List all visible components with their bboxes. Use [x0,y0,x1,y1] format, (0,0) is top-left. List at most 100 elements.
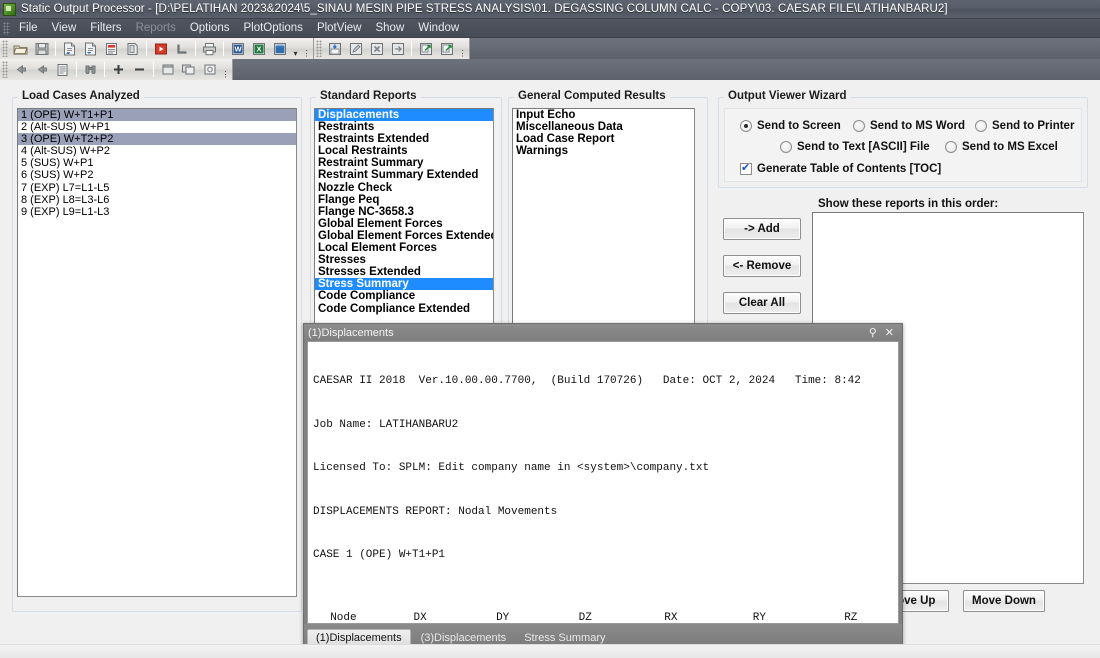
displacements-child-window[interactable]: (1)Displacements ⚲ ✕ CAESAR II 2018 Ver.… [303,323,903,648]
import-document-icon[interactable] [60,40,79,58]
list-item[interactable]: 8 (EXP) L8=L3-L6 [18,194,296,206]
list-item[interactable]: Code Compliance Extended [315,303,493,315]
list-item[interactable]: Flange Peq [315,194,493,206]
radio-send-to-screen[interactable]: Send to Screen [740,120,841,132]
move-down-button[interactable]: Move Down [963,590,1045,612]
list-item[interactable]: Local Restraints [315,145,493,157]
ms-excel-icon[interactable]: X [249,40,268,58]
list-item[interactable]: Global Element Forces [315,218,493,230]
clear-all-button[interactable]: Clear All [723,292,801,314]
toolbar-separator [55,41,56,56]
toolbar-grip-icon[interactable] [316,40,322,57]
list-item[interactable]: Global Element Forces Extended [315,230,493,242]
list-item[interactable]: Restraints [315,121,493,133]
window-tile-icon[interactable] [179,61,198,79]
page-stack-icon[interactable] [123,40,142,58]
radio-label-ms-word: Send to MS Word [870,120,965,132]
list-item[interactable]: Stresses [315,254,493,266]
menu-item-plotoptions[interactable]: PlotOptions [236,20,309,36]
list-item[interactable]: Input Echo [513,109,694,121]
radio-indicator-ms-excel[interactable] [945,141,957,153]
child-window-title-bar[interactable]: (1)Displacements ⚲ ✕ [304,324,902,341]
menu-grip-icon[interactable] [3,21,10,35]
checkbox-indicator-toc[interactable] [740,162,752,175]
list-item[interactable]: Displacements [315,109,493,122]
menu-item-view[interactable]: View [45,20,84,36]
zoom-in-plus-icon[interactable] [109,61,128,79]
radio-indicator-screen[interactable] [740,120,752,132]
toolbar-grip-icon[interactable] [2,61,8,78]
save-icon[interactable] [32,40,51,58]
list-item[interactable]: Local Element Forces [315,242,493,254]
list-item[interactable]: 6 (SUS) W+P2 [18,169,296,181]
window-single-icon[interactable] [158,61,177,79]
menu-item-options[interactable]: Options [183,20,237,36]
list-item[interactable]: Code Compliance [315,290,493,302]
window-preview-icon[interactable] [200,61,219,79]
list-item[interactable]: Warnings [513,145,694,157]
toolbar-separator [146,41,147,56]
checkbox-generate-toc[interactable]: Generate Table of Contents [TOC] [740,162,941,175]
radio-indicator-ms-word[interactable] [853,120,865,132]
menu-item-window[interactable]: Window [411,20,466,36]
edit-pencil-icon[interactable] [346,40,365,58]
list-item[interactable]: Stress Summary [315,278,493,291]
save-grid-icon[interactable] [325,40,344,58]
print-icon[interactable] [200,40,219,58]
radio-send-to-ms-word[interactable]: Send to MS Word [853,120,965,132]
list-item[interactable]: 1 (OPE) W+T1+P1 [18,109,296,122]
list-item[interactable]: 9 (EXP) L9=L1-L3 [18,206,296,218]
report-red-icon[interactable] [102,40,121,58]
list-item[interactable]: Load Case Report [513,133,694,145]
radio-indicator-printer[interactable] [975,120,987,132]
list-item[interactable]: 2 (Alt-SUS) W+P1 [18,121,296,133]
export-green-2-icon[interactable] [437,40,456,58]
list-item[interactable]: Restraint Summary Extended [315,169,493,181]
ms-word-icon[interactable]: W [228,40,247,58]
toolbar-overflow-icon[interactable]: ⋮ [457,40,468,58]
toolbar-overflow-icon[interactable]: ⋮ [301,40,312,58]
list-item[interactable]: 3 (OPE) W+T2+P2 [18,133,296,146]
back-arrow-icon[interactable] [11,61,30,79]
caesar-ii-app-icon [3,2,16,16]
window-blue-icon[interactable] [270,40,289,58]
document-list-icon[interactable] [53,61,72,79]
binoculars-icon[interactable] [81,61,100,79]
load-cases-listbox[interactable]: 1 (OPE) W+T1+P1 2 (Alt-SUS) W+P1 3 (OPE)… [17,108,297,597]
list-item[interactable]: Restraint Summary [315,157,493,169]
list-item[interactable]: 4 (Alt-SUS) W+P2 [18,145,296,157]
list-item[interactable]: Nozzle Check [315,182,493,194]
radio-send-to-ms-excel[interactable]: Send to MS Excel [945,141,1058,153]
zoom-out-minus-icon[interactable] [130,61,149,79]
radio-send-to-text-file[interactable]: Send to Text [ASCII] File [780,141,930,153]
menu-item-file[interactable]: File [12,20,45,36]
menu-item-plotview[interactable]: PlotView [310,20,369,36]
load-cases-title: Load Cases Analyzed [18,90,144,102]
delete-grid-icon[interactable] [367,40,386,58]
menu-item-show[interactable]: Show [368,20,411,36]
radio-send-to-printer[interactable]: Send to Printer [975,120,1074,132]
export-document-icon[interactable] [81,40,100,58]
remove-button[interactable]: <- Remove [723,255,801,277]
list-item[interactable]: 7 (EXP) L7=L1-L5 [18,182,296,194]
corner-bracket-icon[interactable] [172,40,191,58]
forward-arrow-icon[interactable] [32,61,51,79]
pin-icon[interactable]: ⚲ [869,326,877,339]
export-green-icon[interactable] [416,40,435,58]
menu-item-filters[interactable]: Filters [83,20,128,36]
list-item[interactable]: Stresses Extended [315,266,493,278]
list-item[interactable]: Miscellaneous Data [513,121,694,133]
toolbar-grip-icon[interactable] [2,40,8,57]
list-item[interactable]: 5 (SUS) W+P1 [18,157,296,169]
dropdown-arrow-icon[interactable]: ▾ [290,40,301,58]
grid-arrow-icon[interactable] [388,40,407,58]
list-item[interactable]: Restraints Extended [315,133,493,145]
radio-indicator-text-file[interactable] [780,141,792,153]
open-folder-icon[interactable] [11,40,30,58]
play-red-icon[interactable] [151,40,170,58]
toolbar-overflow-icon[interactable]: ⋮ [220,61,231,79]
list-item[interactable]: Flange NC-3658.3 [315,206,493,218]
table-header-row: Node DX DY DZ RX RY RZ [308,610,898,624]
add-button[interactable]: -> Add [723,218,801,240]
close-icon[interactable]: ✕ [885,326,894,339]
